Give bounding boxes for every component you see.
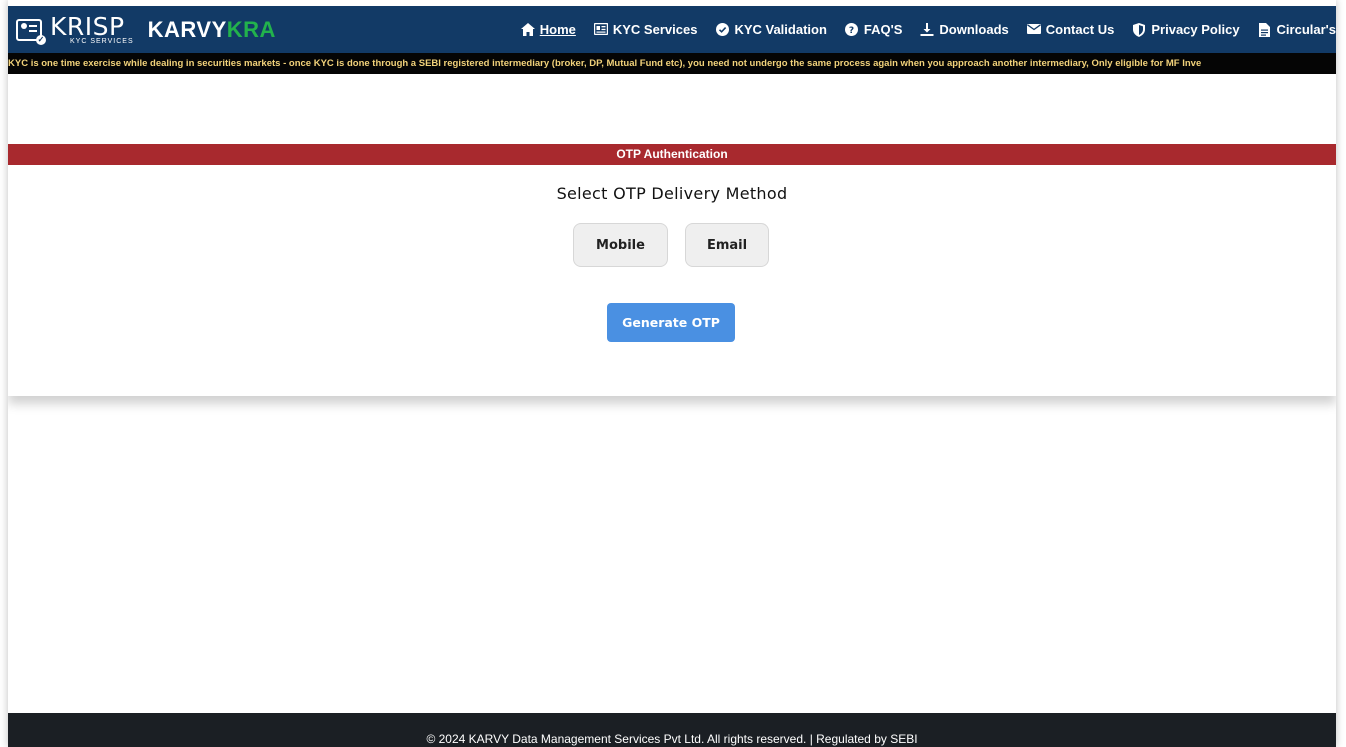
nav-kyc-validation[interactable]: KYC Validation [715, 22, 827, 37]
announcement-ticker: KYC is one time exercise while dealing i… [8, 53, 1336, 74]
otp-card: OTP Authentication Select OTP Delivery M… [8, 74, 1336, 396]
nav-circulars-label: Circular's [1276, 22, 1336, 37]
check-circle-icon [715, 22, 729, 37]
nav-privacy-policy-label: Privacy Policy [1151, 22, 1240, 37]
header-bar: ✓ KRISP KYC SERVICES KARVYKRA Home KYC S… [8, 6, 1336, 53]
ticker-text: KYC is one time exercise while dealing i… [8, 58, 1202, 69]
select-otp-method-title: Select OTP Delivery Method [556, 184, 788, 203]
kra-wordmark: KRA [226, 16, 276, 42]
karvykra-logo: KARVYKRA [148, 17, 276, 43]
krisp-wordmark: KRISP [50, 12, 125, 41]
page-frame: ✓ KRISP KYC SERVICES KARVYKRA Home KYC S… [0, 0, 1346, 747]
footer-copyright: © 2024 KARVY Data Management Services Pv… [426, 732, 918, 746]
nav-home[interactable]: Home [520, 22, 576, 37]
nav-kyc-validation-label: KYC Validation [734, 22, 827, 37]
download-icon [920, 22, 934, 37]
nav-downloads-label: Downloads [939, 22, 1009, 37]
krisp-logo: KRISP KYC SERVICES [50, 14, 134, 45]
envelope-icon [1026, 23, 1041, 37]
nav-home-label: Home [539, 22, 576, 37]
shield-icon [1132, 22, 1146, 37]
nav-faqs-label: FAQ'S [863, 22, 903, 37]
nav-faqs[interactable]: ? FAQ'S [845, 22, 903, 37]
krisp-subtitle: KYC SERVICES [70, 38, 134, 45]
svg-text:?: ? [849, 26, 854, 36]
id-card-icon [593, 22, 609, 37]
otp-authentication-header: OTP Authentication [8, 144, 1336, 165]
nav-contact-us[interactable]: Contact Us [1026, 22, 1115, 37]
question-circle-icon: ? [845, 22, 859, 37]
nav-contact-us-label: Contact Us [1045, 22, 1115, 37]
nav-privacy-policy[interactable]: Privacy Policy [1132, 22, 1240, 37]
nav-circulars[interactable]: Circular's [1258, 22, 1336, 37]
footer: © 2024 KARVY Data Management Services Pv… [8, 713, 1336, 747]
email-option-button[interactable]: Email [685, 223, 769, 267]
nav-kyc-services-label: KYC Services [612, 22, 698, 37]
mobile-option-button[interactable]: Mobile [573, 223, 668, 267]
brand-logo[interactable]: ✓ KRISP KYC SERVICES KARVYKRA [8, 6, 276, 53]
browser-viewport: ✓ KRISP KYC SERVICES KARVYKRA Home KYC S… [8, 0, 1336, 747]
nav-downloads[interactable]: Downloads [920, 22, 1009, 37]
id-badge-icon: ✓ [16, 18, 46, 45]
file-icon [1258, 22, 1272, 37]
home-icon [520, 22, 535, 37]
nav-kyc-services[interactable]: KYC Services [593, 22, 698, 37]
generate-otp-button[interactable]: Generate OTP [607, 303, 735, 342]
karvy-wordmark: KARVY [147, 16, 227, 42]
main-nav: Home KYC Services KYC Validation ? FAQ'S… [503, 6, 1336, 53]
